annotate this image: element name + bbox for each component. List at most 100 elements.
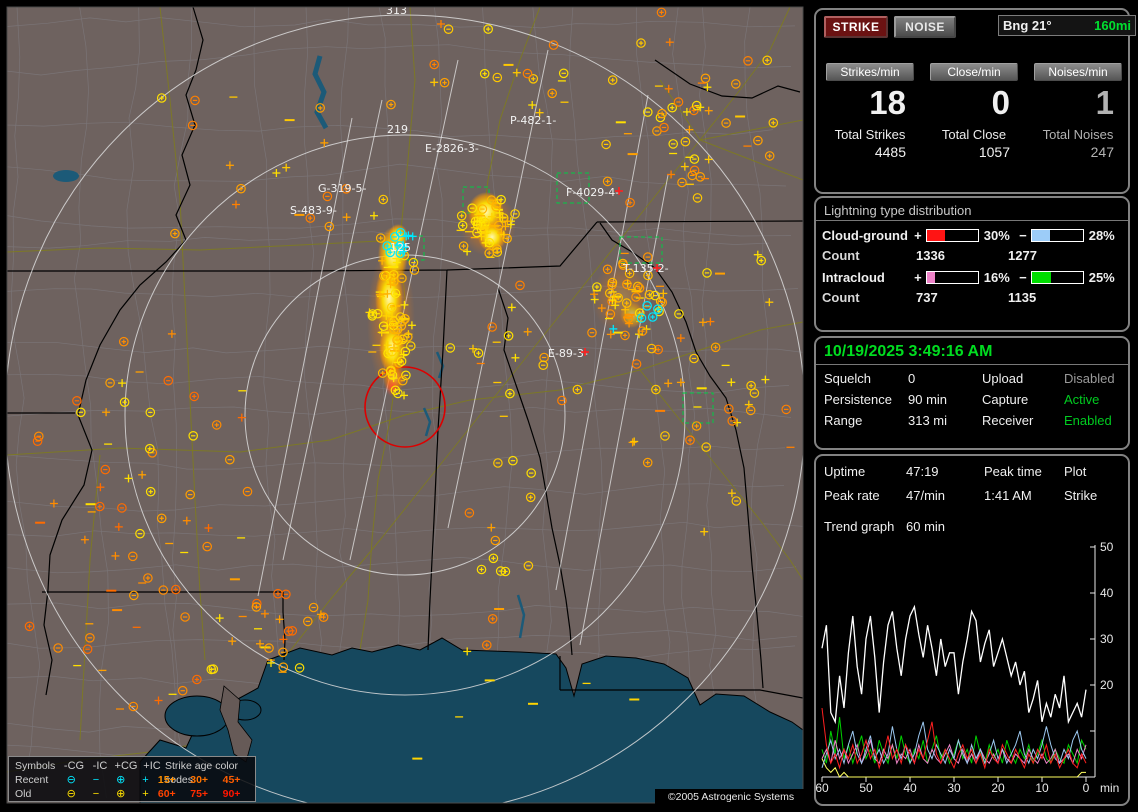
lightning-distribution-panel: Lightning type distribution Cloud-ground… [814,196,1130,332]
cg-minus-count: 1277 [1008,248,1037,263]
cg-plus-pct: 30% [983,228,1010,243]
circle-plus-icon: ⊕ [116,788,126,800]
total-strikes-label: Total Strikes [834,127,906,142]
rates-panel: STRIKE NOISE Bng 21° 160mi Strikes/min 1… [814,8,1136,194]
svg-text:E-2826-3-: E-2826-3- [425,142,479,155]
legend-old-row: Old ⊖ − ⊕ + 60+ 75+ 90+ [15,787,255,801]
copyright-text: ©2005 Astrogenic Systems [655,789,807,805]
map-symbol-legend: Symbols -CG -IC +CG +IC Strike age color… [8,756,256,802]
close-per-min-chip: Close/min [930,63,1018,81]
svg-text:40: 40 [903,781,917,795]
session-row-3: Trend graph 60 min [816,519,1128,534]
svg-text:40: 40 [1100,586,1114,600]
age-15: 15+ [157,774,176,786]
svg-text:60: 60 [816,781,829,795]
ic-plus-bar [925,271,979,284]
cloud-ground-count-row: Count 1336 1277 [816,248,1128,263]
close-per-min-value: 0 [991,84,1010,121]
session-row-2: Peak rate 47/min 1:41 AM Strike [816,488,1128,503]
clock-readout: 10/19/2025 3:49:16 AM [816,338,1128,365]
ic-plus-count: 737 [916,290,938,305]
close-column: Close/min 0 Total Close 1057 [928,63,1020,160]
noises-per-min-value: 1 [1095,84,1114,121]
ic-minus-pct: 25% [1088,270,1115,285]
total-noises-label: Total Noises [1042,127,1114,142]
cg-minus-bar [1030,229,1084,242]
svg-text:T-135-2-: T-135-2- [622,262,669,275]
cg-plus-count: 1336 [916,248,945,263]
svg-text:50: 50 [1100,540,1114,554]
plus-icon: + [142,774,149,786]
bearing-readout: Bng 21° 160mi [998,15,1136,36]
total-close-value: 1057 [978,144,1010,160]
bearing-value: Bng 21° [1003,18,1052,33]
legend-symbols-header: Symbols [15,760,56,772]
nexstorm-window: 313 219 125 P-482-1- E-2826-3- G-319-5- S-483-… [0,0,1138,812]
session-row-1: Uptime 47:19 Peak time Plot [824,464,1087,479]
control-panel: STRIKE NOISE Bng 21° 160mi Strikes/min 1… [810,0,1138,812]
total-close-label: Total Close [941,127,1007,142]
svg-text:30: 30 [947,781,961,795]
cloud-ground-row: Cloud-ground + 30% − 28% [816,228,1128,243]
svg-text:125: 125 [390,241,411,254]
svg-text:0: 0 [1083,781,1090,795]
svg-text:F-4029-4-: F-4029-4- [566,186,619,199]
legend-recent-row: Recent ⊖ − ⊕ + 15+ 30+ 45+ [15,773,255,787]
svg-text:219: 219 [387,123,408,136]
legend-header-row: Symbols -CG -IC +CG +IC Strike age color… [15,759,255,786]
legend-age-header: Strike age color codes [165,760,238,786]
circle-minus-icon: ⊖ [66,788,76,800]
plot-mode-value: Strike [1064,488,1098,503]
age-90: 90+ [222,788,241,800]
svg-text:P-482-1-: P-482-1- [510,114,556,127]
squelch-value: 0 [908,371,916,386]
lightning-map[interactable]: 313 219 125 P-482-1- E-2826-3- G-319-5- S-483-… [0,0,810,812]
noises-column: Noises/min 1 Total Noises 247 [1032,63,1124,160]
peak-rate-value: 47/min [906,488,946,503]
ic-minus-bar [1030,271,1084,284]
strikes-column: Strikes/min 18 Total Strikes 4485 [824,63,916,160]
persistence-value: 90 min [908,392,948,407]
map-canvas[interactable]: 313219125P-482-1-E-2826-3-G-319-5-S-483-… [0,0,810,812]
distribution-header: Lightning type distribution [816,198,1128,221]
bearing-range-value: 160mi [1094,18,1131,33]
upload-status: Disabled [1064,371,1115,386]
minus-icon: − [92,788,100,800]
trend-panel: Uptime 47:19 Peak time Plot Peak rate 47… [814,454,1130,806]
age-45: 45+ [222,774,241,786]
intracloud-count-row: Count 737 1135 [816,290,1128,305]
trend-graph: 50 40 30 20 60 50 40 30 20 10 0 min [816,540,1119,795]
status-row-1: Squelch 0 Upload Disabled [816,369,1128,386]
intracloud-row: Intracloud + 16% − 25% [816,270,1128,285]
strikes-per-min-chip: Strikes/min [826,63,914,81]
strikes-per-min-value: 18 [869,84,906,121]
svg-text:min: min [1100,781,1119,795]
total-noises-value: 247 [1090,144,1114,160]
uptime-value: 47:19 [906,464,939,479]
svg-text:50: 50 [859,781,873,795]
svg-text:G-319-5-: G-319-5- [318,182,366,195]
cg-minus-pct: 28% [1088,228,1115,243]
strike-mode-button[interactable]: STRIKE [824,16,888,38]
ic-plus-pct: 16% [983,270,1010,285]
plus-icon: + [142,788,149,800]
age-30: 30+ [190,774,209,786]
minus-icon: − [92,774,100,786]
range-value: 313 mi [908,413,948,428]
cg-plus-bar [925,229,979,242]
age-75: 75+ [190,788,209,800]
svg-text:E-89-3-: E-89-3- [548,347,588,360]
status-row-3: Range 313 mi Receiver Enabled [816,411,1128,428]
total-strikes-value: 4485 [874,144,906,160]
svg-text:20: 20 [1100,678,1114,692]
svg-text:30: 30 [1100,632,1114,646]
receiver-status: Enabled [1064,413,1112,428]
circle-minus-icon: ⊖ [66,774,76,786]
noise-mode-button[interactable]: NOISE [894,16,956,38]
noises-per-min-chip: Noises/min [1034,63,1122,81]
status-panel: 10/19/2025 3:49:16 AM Squelch 0 Upload D… [814,336,1130,450]
ic-minus-count: 1135 [1008,290,1037,305]
circle-plus-icon: ⊕ [116,774,126,786]
peak-time-value: 1:41 AM [984,488,1032,503]
capture-status: Active [1064,392,1100,407]
